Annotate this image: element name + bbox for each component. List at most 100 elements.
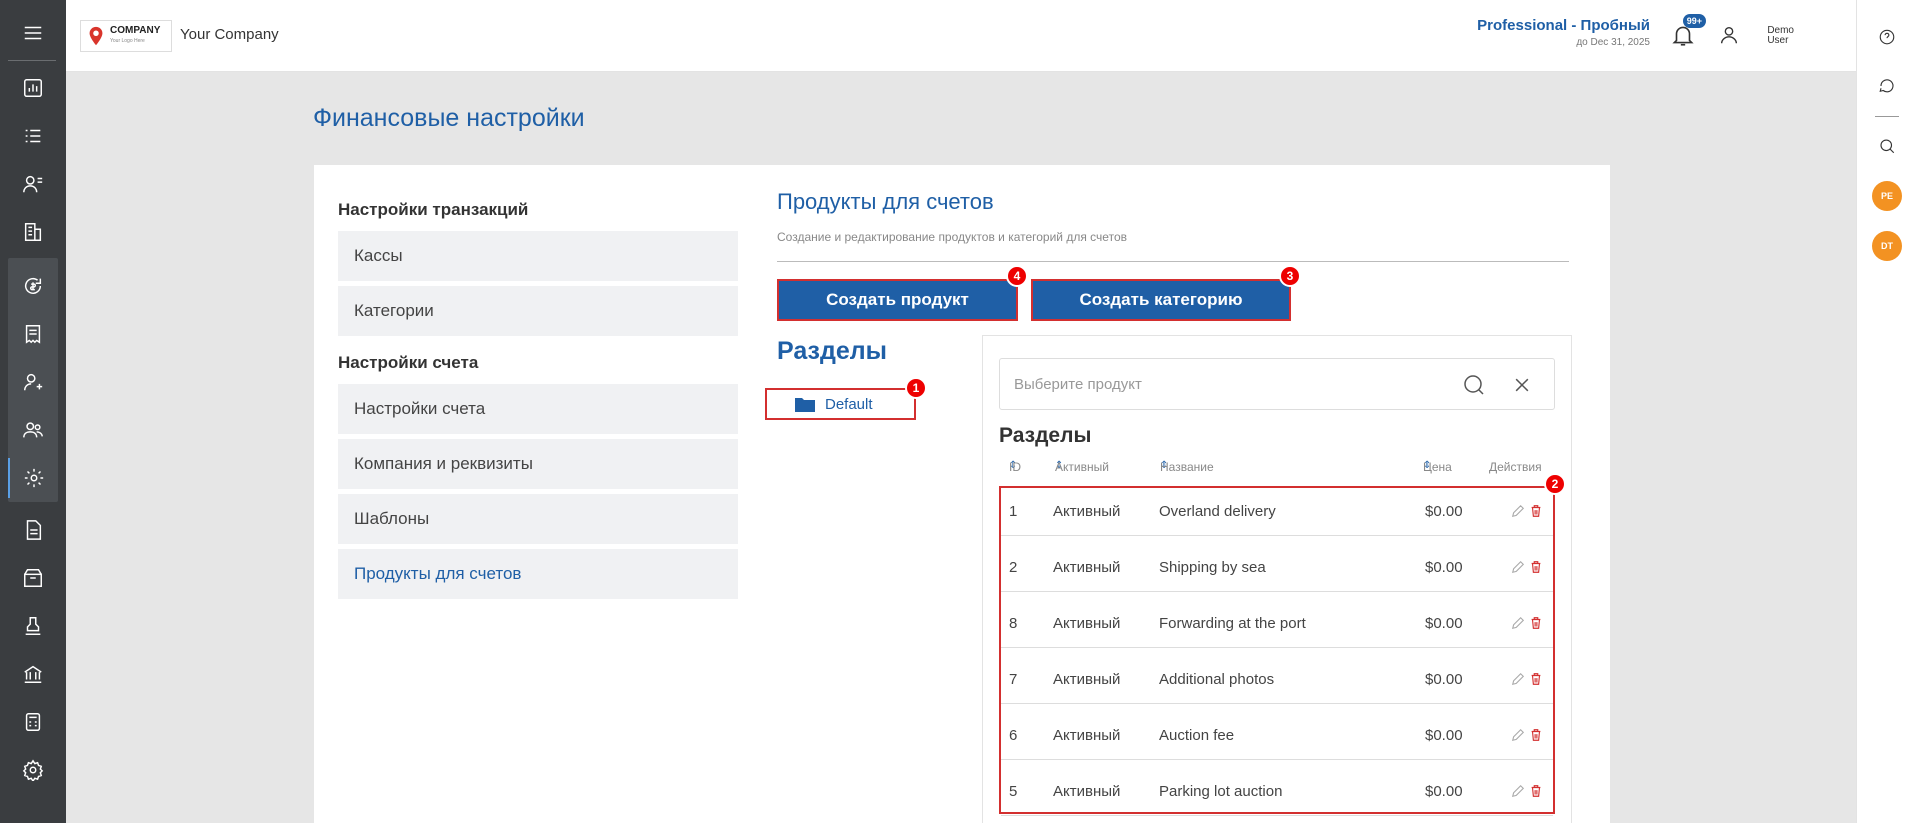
cell-name: Auction fee (1159, 727, 1235, 744)
row-actions (1511, 728, 1543, 742)
marker-badge-1: 1 (905, 377, 927, 399)
calculator-icon[interactable] (8, 702, 58, 742)
finance-cycle-icon[interactable] (8, 266, 58, 306)
close-icon[interactable] (1512, 375, 1532, 395)
archive-box-icon[interactable] (8, 558, 58, 598)
cell-id: 2 (1009, 559, 1018, 576)
page-title: Финансовые настройки (313, 104, 585, 132)
delete-trash-icon[interactable] (1529, 728, 1543, 742)
menu-item-invoice-products[interactable]: Продукты для счетов (338, 549, 738, 599)
avatar-pe[interactable]: PE (1872, 181, 1902, 211)
create-product-button[interactable]: Создать продукт (777, 279, 1018, 321)
table-title: Разделы (999, 424, 1092, 447)
team-users-icon[interactable] (8, 410, 58, 450)
top-header: COMPANY Your Logo Here Your Company Prof… (66, 0, 1856, 72)
hamburger-menu-icon[interactable] (8, 13, 58, 53)
edit-pencil-icon[interactable] (1511, 504, 1525, 518)
sections-heading: Разделы (777, 337, 887, 365)
cell-id: 5 (1009, 783, 1018, 800)
table-row[interactable]: 1 Активный Overland delivery $0.00 (1001, 488, 1553, 536)
cell-name: Parking lot auction (1159, 783, 1283, 800)
gear-icon[interactable] (8, 750, 58, 790)
bank-icon[interactable] (8, 654, 58, 694)
create-category-button[interactable]: Создать категорию (1031, 279, 1291, 321)
tasks-list-icon[interactable] (8, 116, 58, 156)
delete-trash-icon[interactable] (1529, 560, 1543, 574)
user-icon[interactable] (1718, 24, 1740, 46)
search-icon[interactable] (1462, 373, 1486, 397)
product-search-input[interactable]: Выберите продукт (999, 358, 1555, 410)
plan-name: Professional - Пробный (1477, 17, 1650, 34)
col-actions: Действия (1489, 460, 1542, 474)
cell-price: $0.00 (1425, 615, 1463, 632)
table-row[interactable]: 6 Активный Auction fee $0.00 (1001, 712, 1553, 760)
delete-trash-icon[interactable] (1529, 616, 1543, 630)
marker-badge-4: 4 (1006, 265, 1028, 287)
company-name: Your Company (180, 26, 279, 43)
stamp-icon[interactable] (8, 606, 58, 646)
cell-price: $0.00 (1425, 783, 1463, 800)
left-sidebar (0, 0, 66, 823)
cell-id: 7 (1009, 671, 1018, 688)
edit-pencil-icon[interactable] (1511, 728, 1525, 742)
buildings-icon[interactable] (8, 212, 58, 252)
edit-pencil-icon[interactable] (1511, 784, 1525, 798)
right-rail: PE DT (1856, 0, 1918, 823)
settings-panel: Настройки транзакций Кассы Категории Нас… (314, 165, 1610, 823)
table-row[interactable]: 5 Активный Parking lot auction $0.00 (1001, 768, 1553, 816)
notification-badge: 99+ (1682, 14, 1706, 28)
products-table-card: Выберите продукт Разделы ⇕ ID ⇕ Активный ⇕… (982, 335, 1572, 823)
user-payment-icon[interactable] (8, 362, 58, 402)
marker-badge-2: 2 (1544, 473, 1566, 495)
folder-default[interactable]: Default (765, 388, 916, 420)
cell-name: Overland delivery (1159, 503, 1276, 520)
table-row[interactable]: 2 Активный Shipping by sea $0.00 (1001, 544, 1553, 592)
edit-pencil-icon[interactable] (1511, 672, 1525, 686)
avatar-dt[interactable]: DT (1872, 231, 1902, 261)
edit-pencil-icon[interactable] (1511, 560, 1525, 574)
user-name[interactable]: Demo User (1767, 26, 1794, 46)
products-subtitle: Создание и редактирование продуктов и ка… (777, 230, 1127, 244)
menu-item-invoice-settings[interactable]: Настройки счета (338, 384, 738, 434)
cell-status: Активный (1053, 559, 1121, 576)
menu-item-templates[interactable]: Шаблоны (338, 494, 738, 544)
folder-label: Default (825, 395, 873, 413)
row-actions (1511, 784, 1543, 798)
table-row[interactable]: 8 Активный Forwarding at the port $0.00 (1001, 600, 1553, 648)
cell-status: Активный (1053, 783, 1121, 800)
company-logo[interactable]: COMPANY Your Logo Here (80, 20, 172, 52)
cell-status: Активный (1053, 727, 1121, 744)
delete-trash-icon[interactable] (1529, 672, 1543, 686)
plan-info[interactable]: Professional - Пробный до Dec 31, 2025 (1477, 17, 1650, 48)
cell-id: 6 (1009, 727, 1018, 744)
menu-item-company-details[interactable]: Компания и реквизиты (338, 439, 738, 489)
table-row[interactable]: 7 Активный Additional photos $0.00 (1001, 656, 1553, 704)
help-icon[interactable] (1875, 25, 1899, 49)
invoice-settings-heading: Настройки счета (338, 353, 479, 372)
plan-expiry: до Dec 31, 2025 (1576, 37, 1650, 48)
chat-icon[interactable] (1875, 74, 1899, 98)
edit-pencil-icon[interactable] (1511, 616, 1525, 630)
row-actions (1511, 560, 1543, 574)
row-actions (1511, 616, 1543, 630)
contacts-icon[interactable] (8, 164, 58, 204)
menu-item-cash[interactable]: Кассы (338, 231, 738, 281)
delete-trash-icon[interactable] (1529, 784, 1543, 798)
location-pin-icon (89, 26, 103, 46)
products-title: Продукты для счетов (777, 189, 994, 214)
cell-name: Additional photos (1159, 671, 1275, 688)
rail-divider (1875, 116, 1899, 117)
document-icon[interactable] (8, 510, 58, 550)
cell-id: 1 (1009, 503, 1018, 520)
menu-item-categories[interactable]: Категории (338, 286, 738, 336)
row-actions (1511, 672, 1543, 686)
receipt-icon[interactable] (8, 314, 58, 354)
divider (777, 261, 1569, 262)
cell-price: $0.00 (1425, 503, 1463, 520)
delete-trash-icon[interactable] (1529, 504, 1543, 518)
marker-badge-3: 3 (1279, 265, 1301, 287)
dashboard-chart-icon[interactable] (8, 68, 58, 108)
finance-settings-icon[interactable] (8, 458, 58, 498)
search-icon[interactable] (1875, 134, 1899, 158)
cell-id: 8 (1009, 615, 1018, 632)
